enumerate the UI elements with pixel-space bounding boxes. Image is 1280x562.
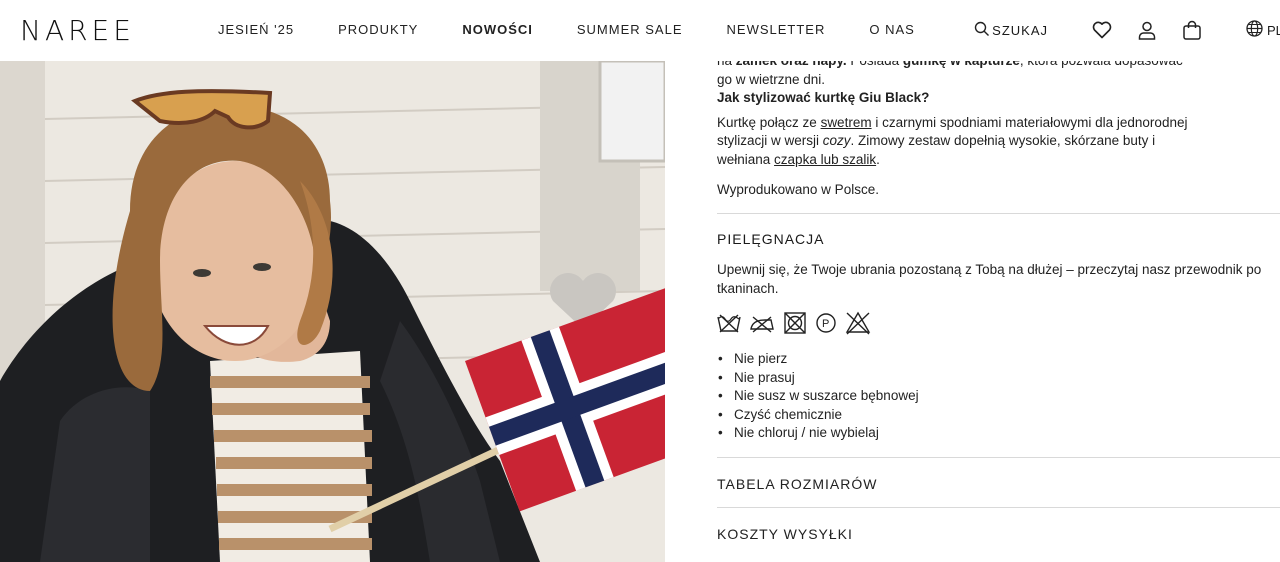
shipping-costs-toggle[interactable]: KOSZTY WYSYŁKI [717,506,1280,557]
language-selector[interactable]: PL [1246,20,1280,40]
list-item: Nie susz w suszarce bębnowej [718,387,1280,406]
do-not-bleach-icon [845,311,871,335]
care-guide-text: Upewnij się, że Twoje ubrania pozostaną … [717,262,1262,296]
language-label: PL [1267,22,1280,38]
bag-icon[interactable] [1182,20,1202,40]
product-details: na zamek oraz napy. Posiada gumkę w kapt… [717,52,1280,557]
svg-text:P: P [822,318,829,330]
user-icon[interactable] [1138,21,1156,40]
care-instructions: Nie pierz Nie prasuj Nie susz w suszarce… [717,350,1280,443]
care-section-toggle[interactable]: PIELĘGNACJA [717,214,1280,249]
nav-item-newsletter[interactable]: NEWSLETTER [727,22,826,37]
main-nav: JESIEŃ '25 PRODUKTY NOWOŚCI SUMMER SALE … [218,22,959,37]
site-header: NAREE JESIEŃ '25 PRODUKTY NOWOŚCI SUMMER… [0,0,1280,61]
nav-item-jesien[interactable]: JESIEŃ '25 [218,22,294,37]
header-tools: SZUKAJ PL [974,18,1280,42]
styling-description: Kurtkę połącz ze swetrem i czarnymi spod… [717,114,1188,167]
do-not-iron-icon [749,313,775,333]
globe-icon [1246,20,1267,40]
nav-item-o-nas[interactable]: O NAS [869,22,914,37]
nav-item-nowosci[interactable]: NOWOŚCI [462,22,533,37]
heart-icon[interactable] [1092,21,1112,39]
made-in-label: Wyprodukowano w Polsce. [717,182,879,197]
hat-scarf-link[interactable]: czapka lub szalik [774,152,876,167]
list-item: Nie pierz [718,350,1280,369]
do-not-wash-icon [717,313,741,333]
list-item: Nie chloruj / nie wybielaj [718,424,1280,443]
care-section: PIELĘGNACJA Upewnij się, że Twoje ubrani… [717,212,1280,443]
brand-logo[interactable]: NAREE [20,14,135,47]
search-button[interactable]: SZUKAJ [974,21,1048,40]
list-item: Czyść chemicznie [718,406,1280,425]
search-label: SZUKAJ [992,22,1048,38]
sweater-link[interactable]: swetrem [821,115,872,130]
do-not-tumble-dry-icon [783,311,807,335]
search-icon [974,21,992,40]
styling-heading: Jak stylizować kurtkę Giu Black? [717,90,930,105]
nav-item-summer-sale[interactable]: SUMMER SALE [577,22,683,37]
care-symbols: P [717,311,1280,335]
product-photo[interactable] [0,61,665,562]
list-item: Nie prasuj [718,369,1280,388]
dry-clean-p-icon: P [815,312,837,334]
size-table-toggle[interactable]: TABELA ROZMIARÓW [717,456,1280,507]
nav-item-produkty[interactable]: PRODUKTY [338,22,418,37]
